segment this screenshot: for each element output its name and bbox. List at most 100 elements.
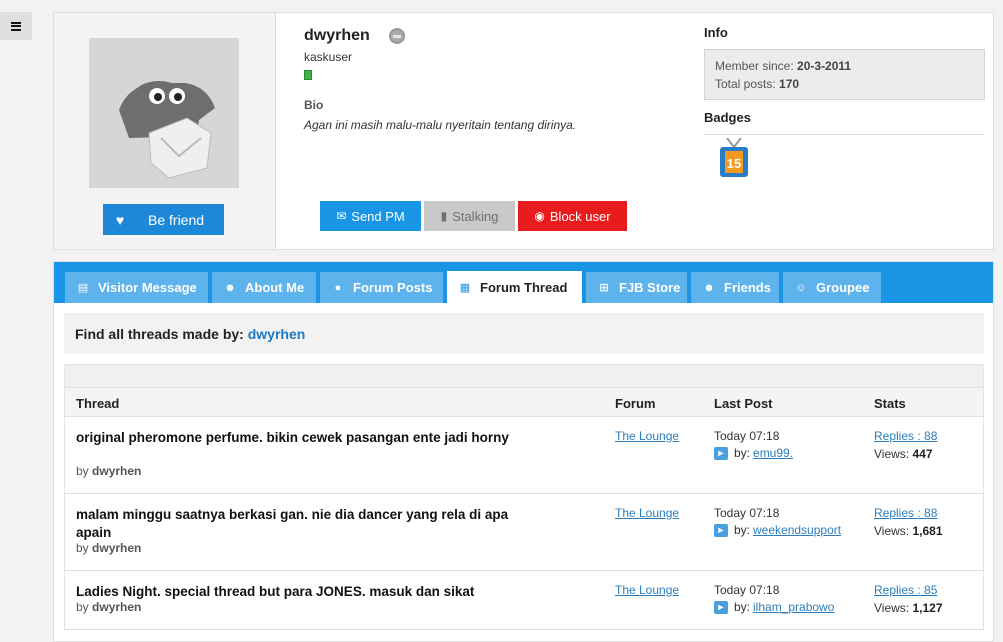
tab-friends[interactable]: ☻ Friends: [691, 272, 779, 303]
tab-bar: ▤ Visitor Message ☻ About Me ● Forum Pos…: [54, 262, 993, 303]
replies-link[interactable]: Replies : 85: [874, 583, 937, 597]
views-label: Views:: [874, 601, 910, 615]
send-pm-button[interactable]: ✉ Send PM: [320, 201, 421, 231]
threads-table: Thread Forum Last Post Stats original ph…: [64, 364, 984, 630]
header-stats: Stats: [874, 396, 906, 411]
envelope-icon: ✉: [336, 209, 347, 223]
header-forum: Forum: [615, 396, 656, 411]
find-threads-label: Find all threads made by:: [75, 326, 244, 342]
thread-author: by dwyrhen: [76, 600, 141, 614]
tab-label: Forum Posts: [353, 280, 433, 295]
svg-text:15: 15: [727, 156, 741, 171]
author-name: dwyrhen: [92, 541, 142, 555]
member-since-label: Member since:: [715, 59, 794, 73]
reputation-indicator-icon: [304, 70, 312, 80]
tab-label: Forum Thread: [480, 279, 568, 295]
tab-forum-thread[interactable]: ▦ Forum Thread: [447, 271, 582, 303]
tab-fjb-store[interactable]: ⊞ FJB Store: [586, 272, 687, 303]
last-post-by: ► by: emu99.: [714, 446, 793, 460]
thread-title-link[interactable]: original pheromone perfume. bikin cewek …: [76, 429, 521, 447]
forum-link[interactable]: The Lounge: [615, 583, 679, 597]
views-label: Views:: [874, 524, 910, 538]
last-post-by: ► by: weekendsupport: [714, 523, 841, 537]
views-value: 1,681: [912, 524, 943, 538]
go-to-last-post-icon[interactable]: ►: [714, 523, 728, 537]
profile-card: ♥ Be friend dwyrhen kaskuser Bio Agan in…: [53, 12, 994, 250]
group-icon: ☺: [795, 281, 807, 294]
forum-link[interactable]: The Lounge: [615, 506, 679, 520]
author-name: dwyrhen: [92, 464, 142, 478]
tab-groupee[interactable]: ☺ Groupee: [783, 272, 881, 303]
stalking-label: Stalking: [452, 208, 499, 224]
replies-link[interactable]: Replies : 88: [874, 506, 937, 520]
header-last-post: Last Post: [714, 396, 773, 411]
bookmark-icon: ▮: [440, 209, 448, 223]
find-threads-user-link[interactable]: dwyrhen: [248, 326, 306, 342]
be-friend-label: Be friend: [148, 211, 205, 228]
user-title: kaskuser: [304, 50, 353, 64]
avatar-mascot-icon: [89, 38, 239, 188]
last-post-time: Today 07:18: [714, 506, 780, 520]
bio-label: Bio: [304, 98, 324, 112]
profile-tab-panel: ▤ Visitor Message ☻ About Me ● Forum Pos…: [53, 261, 994, 642]
last-post-user-link[interactable]: ilham_prabowo: [753, 600, 834, 614]
calendar-icon: ▦: [459, 281, 471, 294]
thread-title-link[interactable]: malam minggu saatnya berkasi gan. nie di…: [76, 506, 521, 542]
stalking-button[interactable]: ▮ Stalking: [424, 201, 515, 231]
avatar-column: ♥ Be friend: [54, 13, 276, 249]
replies-link[interactable]: Replies : 88: [874, 429, 937, 443]
thread-title-link[interactable]: Ladies Night. special thread but para JO…: [76, 583, 521, 601]
total-posts-value: 170: [779, 77, 800, 91]
views-count: Views: 447: [874, 447, 933, 461]
badges-divider: [704, 134, 985, 135]
thread-author: by dwyrhen: [76, 541, 141, 555]
table-row: Ladies Night. special thread but para JO…: [64, 571, 984, 630]
views-label: Views:: [874, 447, 910, 461]
views-value: 1,127: [912, 601, 943, 615]
user-icon: ☻: [703, 281, 715, 294]
views-count: Views: 1,681: [874, 524, 943, 538]
last-post-time: Today 07:18: [714, 429, 780, 443]
last-post-user-link[interactable]: emu99.: [753, 446, 793, 460]
block-user-button[interactable]: ◉ Block user: [518, 201, 627, 231]
info-heading: Info: [704, 25, 728, 40]
author-name: dwyrhen: [92, 600, 142, 614]
by-label: by: [76, 464, 89, 478]
be-friend-button[interactable]: ♥ Be friend: [103, 204, 224, 235]
forum-link[interactable]: The Lounge: [615, 429, 679, 443]
last-post-by-label: by:: [734, 523, 751, 537]
bio-text: Agan ini masih malu-malu nyeritain tenta…: [304, 118, 577, 132]
user-icon: ☻: [224, 281, 236, 294]
table-row: malam minggu saatnya berkasi gan. nie di…: [64, 494, 984, 571]
speech-bubble-icon: ●: [334, 281, 342, 294]
avatar: [89, 38, 239, 188]
tab-label: Visitor Message: [98, 280, 197, 295]
tab-forum-posts[interactable]: ● Forum Posts: [320, 272, 443, 303]
last-post-user-link[interactable]: weekendsupport: [753, 523, 841, 537]
views-value: 447: [912, 447, 933, 461]
find-threads-bar: Find all threads made by: dwyrhen: [64, 313, 984, 354]
last-post-by: ► by: ilham_prabowo: [714, 600, 834, 614]
menu-icon[interactable]: [0, 12, 32, 40]
tab-label: Groupee: [816, 280, 870, 295]
message-icon: ▤: [77, 282, 89, 294]
tab-label: About Me: [245, 280, 305, 295]
by-label: by: [76, 600, 89, 614]
info-box: Member since: 20-3-2011 Total posts: 170: [704, 49, 985, 100]
tab-visitor-message[interactable]: ▤ Visitor Message: [65, 272, 208, 303]
go-to-last-post-icon[interactable]: ►: [714, 600, 728, 614]
tab-about-me[interactable]: ☻ About Me: [212, 272, 316, 303]
tab-label: Friends: [724, 280, 771, 295]
badge-icon[interactable]: 15: [717, 138, 751, 178]
table-row: original pheromone perfume. bikin cewek …: [64, 417, 984, 494]
go-to-last-post-icon[interactable]: ►: [714, 446, 728, 460]
username: dwyrhen: [304, 27, 370, 44]
header-thread: Thread: [76, 396, 120, 411]
eye-slash-icon: ◉: [534, 209, 545, 223]
send-pm-label: Send PM: [351, 208, 405, 224]
views-count: Views: 1,127: [874, 601, 943, 615]
by-label: by: [76, 541, 89, 555]
last-post-by-label: by:: [734, 600, 751, 614]
block-user-label: Block user: [549, 208, 611, 224]
table-toolbar: [64, 364, 984, 388]
